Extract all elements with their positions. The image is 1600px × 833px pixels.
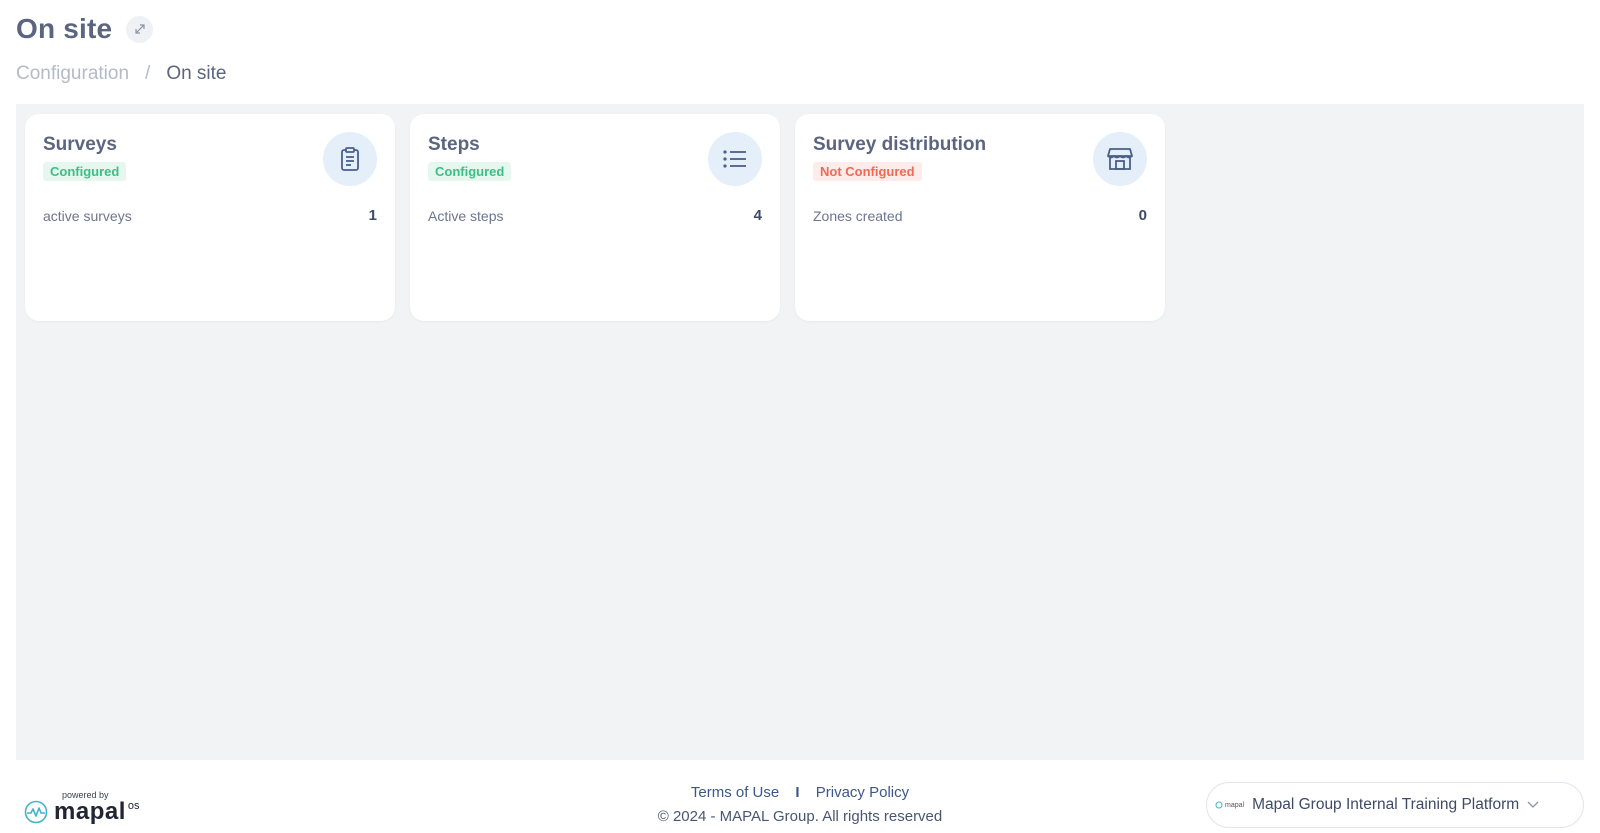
card-icon-wrapper <box>708 132 762 186</box>
surveys-card[interactable]: Surveys Configured active surveys 1 <box>25 114 395 321</box>
breadcrumb-separator: / <box>145 63 151 84</box>
org-logo-icon <box>1215 801 1223 809</box>
expand-button[interactable] <box>126 15 154 43</box>
terms-of-use-link[interactable]: Terms of Use <box>691 784 779 801</box>
breadcrumb: Configuration / On site <box>16 63 227 85</box>
card-title: Surveys <box>43 134 117 155</box>
org-logo-text: mapal <box>1225 801 1245 809</box>
stat-label: Active steps <box>428 208 504 224</box>
status-badge: Configured <box>43 162 127 181</box>
content-area: Surveys Configured active surveys 1 Step… <box>16 104 1584 760</box>
card-title: Survey distribution <box>813 134 987 155</box>
card-icon-wrapper <box>323 132 377 186</box>
breadcrumb-configuration[interactable]: Configuration <box>16 63 129 85</box>
status-badge: Not Configured <box>813 162 922 181</box>
list-icon <box>723 150 746 168</box>
status-badge: Configured <box>428 162 512 181</box>
breadcrumb-current: On site <box>166 63 227 84</box>
store-icon <box>1107 148 1133 170</box>
clipboard-icon <box>341 147 359 171</box>
title-row: On site <box>16 12 227 46</box>
org-logo: mapal <box>1215 801 1244 809</box>
page-header: On site Configuration / On site <box>16 12 227 85</box>
page-title: On site <box>16 13 113 44</box>
organization-selector[interactable]: mapal Mapal Group Internal Training Plat… <box>1206 782 1584 828</box>
stat-value: 1 <box>368 207 377 224</box>
org-name: Mapal Group Internal Training Platform <box>1252 796 1520 813</box>
chevron-down-icon <box>1527 801 1539 808</box>
footer-link-separator: I <box>795 784 800 801</box>
card-title: Steps <box>428 134 480 155</box>
expand-icon <box>135 24 145 34</box>
survey-distribution-card[interactable]: Survey distribution Not Configured Zones… <box>795 114 1165 321</box>
steps-card[interactable]: Steps Configured Active steps 4 <box>410 114 780 321</box>
footer: powered by mapal os Terms of Use I Privac… <box>0 760 1600 833</box>
card-icon-wrapper <box>1093 132 1147 186</box>
privacy-policy-link[interactable]: Privacy Policy <box>816 784 909 801</box>
stat-value: 0 <box>1138 207 1147 224</box>
stat-label: active surveys <box>43 208 132 224</box>
stat-label: Zones created <box>813 208 903 224</box>
stat-value: 4 <box>753 207 762 224</box>
